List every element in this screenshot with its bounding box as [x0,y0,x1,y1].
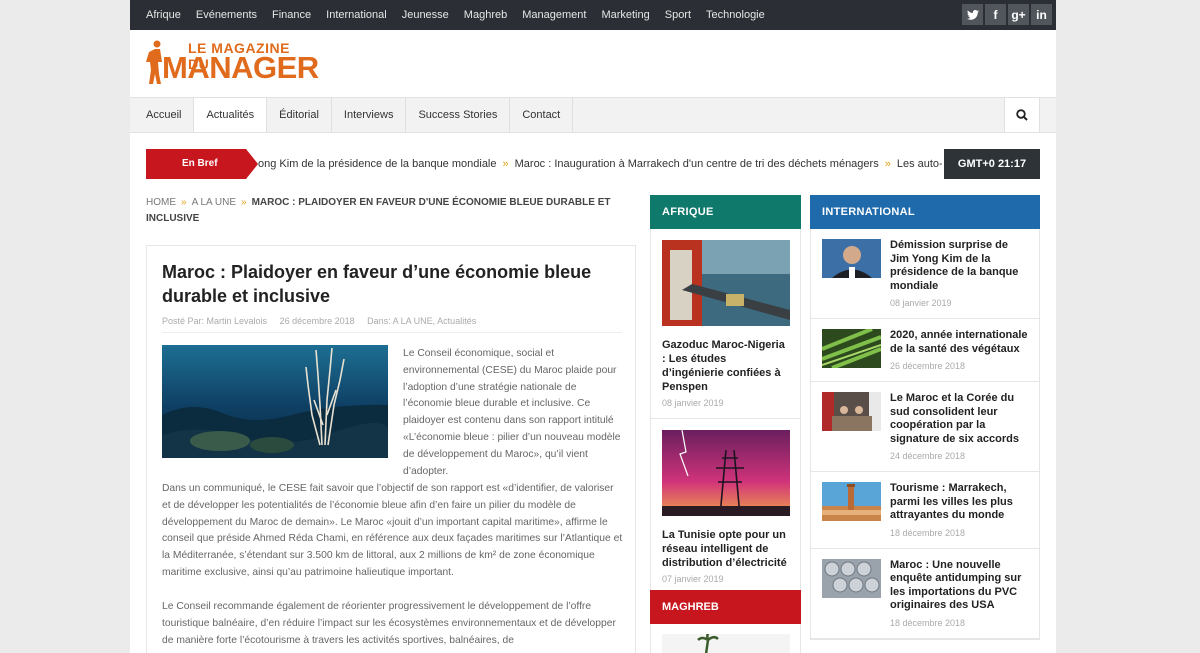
article-paragraph-3: Le Conseil recommande également de réori… [162,601,616,646]
ticker-arrow-icon: » [884,158,891,170]
ticker-item[interactable]: Les auto-ent [897,158,942,170]
list-item[interactable]: Maroc : Une nouvelle enquête antidumping… [811,549,1039,639]
breadcrumb: HOME» A LA UNE» MAROC : PLAIDOYER EN FAVEU… [146,195,616,227]
thumbnail[interactable] [822,482,881,521]
item-date: 08 janvier 2019 [662,398,724,408]
afrique-heading[interactable]: AFRIQUE [650,195,801,229]
international-widget: INTERNATIONAL Démission surprise de Jim … [810,195,1040,640]
article-photo [162,345,388,458]
item-date: 26 décembre 2018 [890,361,966,371]
topnav-finance[interactable]: Finance [272,9,311,21]
list-item[interactable]: Le Maroc et la Corée du sud consolident … [811,382,1039,472]
article-link[interactable]: Démission surprise de Jim Yong Kim de la… [890,239,1028,293]
site-logo[interactable]: LE MAGAZINE DU MANAGER [146,36,319,96]
article-date: 26 décembre 2018 [279,316,355,326]
thumbnail[interactable] [662,240,790,326]
maghreb-heading[interactable]: MAGHREB [650,590,801,624]
topnav-maghreb[interactable]: Maghreb [464,9,507,21]
nav-accueil[interactable]: Accueil [130,98,195,132]
twitter-icon[interactable] [962,4,983,25]
article-link[interactable]: Maroc : Une nouvelle enquête antidumping… [890,559,1028,613]
logo-line-2: MANAGER [162,50,319,85]
article-card: Maroc : Plaidoyer en faveur d’une économ… [146,245,636,653]
nav-contact[interactable]: Contact [510,98,574,132]
item-date: 18 décembre 2018 [890,527,966,538]
topnav-international[interactable]: International [326,9,387,21]
topnav-jeunesse[interactable]: Jeunesse [402,9,449,21]
maghreb-widget [650,624,801,653]
article-link[interactable]: 2020, année internationale de la santé d… [890,329,1028,356]
item-date: 08 janvier 2019 [890,298,952,308]
list-item[interactable]: Tourisme : Marrakech, parmi les villes l… [811,472,1039,549]
article-author[interactable]: Posté Par: Martin Levalois [162,316,267,326]
ticker-arrow-icon: » [502,158,509,170]
topnav-afrique[interactable]: Afrique [146,9,181,21]
ticker-item[interactable]: Maroc : Inauguration à Marrakech d'un ce… [515,158,879,170]
thumbnail[interactable] [822,329,881,368]
top-nav: Afrique Evénements Finance International… [146,0,780,30]
list-item[interactable]: 2020, année internationale de la santé d… [811,319,1039,382]
topnav-technologie[interactable]: Technologie [706,9,765,21]
article-link[interactable]: Tourisme : Marrakech, parmi les villes l… [890,482,1028,523]
article-paragraph-2: Dans un communiqué, le CESE fait savoir … [162,483,623,578]
topnav-sport[interactable]: Sport [665,9,691,21]
article-link[interactable]: La Tunisie opte pour un réseau intellige… [662,528,789,570]
social-links: f g+ in [960,4,1052,25]
nav-actualites[interactable]: Actualités [194,98,268,132]
item-date: 24 décembre 2018 [890,451,966,461]
article-paragraph-1: Le Conseil économique, social et environ… [403,348,621,477]
list-item[interactable]: Gazoduc Maroc-Nigeria : Les études d’ing… [651,229,800,419]
google-plus-icon[interactable]: g+ [1008,4,1029,25]
article-categories[interactable]: Dans: A LA UNE, Actualités [367,316,476,326]
topnav-evenements[interactable]: Evénements [196,9,257,21]
breadcrumb-separator-icon: » [181,197,187,208]
thumbnail[interactable] [822,239,881,278]
search-icon [1016,109,1028,121]
article-title: Maroc : Plaidoyer en faveur d’une économ… [162,262,592,306]
article-link[interactable]: Gazoduc Maroc-Nigeria : Les études d’ing… [662,338,789,394]
ticker-item[interactable]: ong Kim de la présidence de la banque mo… [258,158,497,170]
page: Afrique Evénements Finance International… [130,0,1056,653]
nav-interviews[interactable]: Interviews [332,98,407,132]
topnav-marketing[interactable]: Marketing [601,9,649,21]
top-bar: Afrique Evénements Finance International… [130,0,1056,30]
thumbnail[interactable] [662,634,790,653]
nav-success-stories[interactable]: Success Stories [406,98,511,132]
divider [162,332,622,333]
item-date: 07 janvier 2019 [662,574,724,584]
thumbnail[interactable] [822,558,881,598]
item-date: 18 décembre 2018 [890,617,966,628]
news-ticker: En Bref ong Kim de la présidence de la b… [146,149,1040,179]
thumbnail[interactable] [822,392,881,431]
international-heading[interactable]: INTERNATIONAL [810,195,1040,229]
thumbnail[interactable] [662,429,790,517]
topnav-management[interactable]: Management [522,9,586,21]
breadcrumb-section[interactable]: A LA UNE [192,197,236,208]
article-link[interactable]: Le Maroc et la Corée du sud consolident … [890,392,1028,446]
breadcrumb-separator-icon: » [241,197,247,208]
afrique-widget: AFRIQUE Gazoduc Maroc-Nigeria : Les étud… [650,195,801,596]
ticker-label: En Bref [146,149,258,179]
article-meta: Posté Par: Martin Levalois 26 décembre 2… [162,316,486,326]
linkedin-icon[interactable]: in [1031,4,1052,25]
ticker-time: GMT+0 21:17 [944,149,1040,179]
list-item[interactable]: La Tunisie opte pour un réseau intellige… [651,419,800,595]
search-button[interactable] [1004,98,1040,132]
breadcrumb-home[interactable]: HOME [146,197,176,208]
ticker-text: ong Kim de la présidence de la banque mo… [258,149,942,179]
nav-editorial[interactable]: Éditorial [267,98,332,132]
main-nav: Accueil Actualités Éditorial Interviews … [130,97,1056,133]
list-item[interactable]: Démission surprise de Jim Yong Kim de la… [811,229,1039,319]
facebook-icon[interactable]: f [985,4,1006,25]
